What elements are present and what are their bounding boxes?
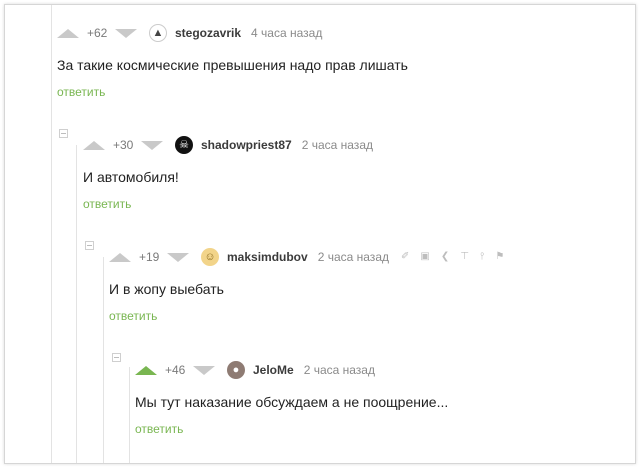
downvote-icon[interactable] <box>167 252 189 262</box>
flag-icon[interactable]: ⚑ <box>495 252 504 262</box>
thread-line <box>103 257 104 463</box>
collapse-toggle[interactable] <box>59 129 68 138</box>
skull-avatar[interactable]: ☠ <box>175 136 193 154</box>
photo-avatar[interactable]: ● <box>227 361 245 379</box>
comment-tools: ✐ ▣ ❮ ⊤ ⫯ ⚑ <box>401 252 504 262</box>
comment-text: За такие космические превышения надо пра… <box>57 57 408 73</box>
upvote-icon[interactable] <box>83 140 105 150</box>
reply-link[interactable]: ответить <box>83 197 373 211</box>
thread-line <box>51 5 52 463</box>
comment-username[interactable]: shadowpriest87 <box>201 138 292 152</box>
downvote-icon[interactable] <box>115 28 137 38</box>
reply-link[interactable]: ответить <box>109 309 504 323</box>
thread-line <box>76 145 77 463</box>
face-avatar[interactable]: ☺ <box>201 248 219 266</box>
comment-rating: +62 <box>87 26 108 40</box>
comment-username[interactable]: JeloMe <box>253 363 294 377</box>
upvote-icon[interactable] <box>109 252 131 262</box>
comment: +19 ☺ maksimdubov 2 часа назад ✐ ▣ ❮ ⊤ ⫯… <box>109 247 504 323</box>
comment-text: Мы тут наказание обсуждаем а не поощрени… <box>135 394 449 410</box>
comment: +62 ▲ stegozavrik 4 часа назад За такие … <box>57 23 408 99</box>
upvote-icon[interactable] <box>135 365 157 375</box>
comment-header: +62 ▲ stegozavrik 4 часа назад <box>57 23 408 43</box>
save-icon[interactable]: ▣ <box>420 252 429 262</box>
comment-header: +19 ☺ maksimdubov 2 часа назад ✐ ▣ ❮ ⊤ ⫯… <box>109 247 504 267</box>
comment-time[interactable]: 4 часа назад <box>251 26 322 40</box>
comments-frame: +62 ▲ stegozavrik 4 часа назад За такие … <box>4 4 636 464</box>
comment-time[interactable]: 2 часа назад <box>302 138 373 152</box>
collapse-toggle[interactable] <box>112 353 121 362</box>
comment-username[interactable]: maksimdubov <box>227 250 308 264</box>
downvote-icon[interactable] <box>141 140 163 150</box>
comment-rating: +19 <box>139 250 160 264</box>
pin-top-icon[interactable]: ⊤ <box>460 252 469 262</box>
branch-icon[interactable]: ⫯ <box>480 252 484 262</box>
share-icon[interactable]: ❮ <box>441 252 449 262</box>
collapse-toggle[interactable] <box>85 241 94 250</box>
comment-rating: +30 <box>113 138 134 152</box>
comment-header: +30 ☠ shadowpriest87 2 часа назад <box>83 135 373 155</box>
comment-text: И автомобиля! <box>83 169 179 185</box>
comment-text: И в жопу выебать <box>109 281 224 297</box>
reply-link[interactable]: ответить <box>57 85 408 99</box>
downvote-icon[interactable] <box>193 365 215 375</box>
dino-avatar[interactable]: ▲ <box>149 24 167 42</box>
comment-rating: +46 <box>165 363 186 377</box>
comment-time[interactable]: 2 часа назад <box>304 363 375 377</box>
upvote-icon[interactable] <box>57 28 79 38</box>
comment-header: +46 ● JeloMe 2 часа назад <box>135 360 448 380</box>
reply-link[interactable]: ответить <box>135 422 448 436</box>
link-icon[interactable]: ✐ <box>401 252 409 262</box>
comment-time[interactable]: 2 часа назад <box>318 250 389 264</box>
thread-line <box>129 367 130 463</box>
comment: +46 ● JeloMe 2 часа назад Мы тут наказан… <box>135 360 448 436</box>
comment-username[interactable]: stegozavrik <box>175 26 241 40</box>
comment: +30 ☠ shadowpriest87 2 часа назад И авто… <box>83 135 373 211</box>
